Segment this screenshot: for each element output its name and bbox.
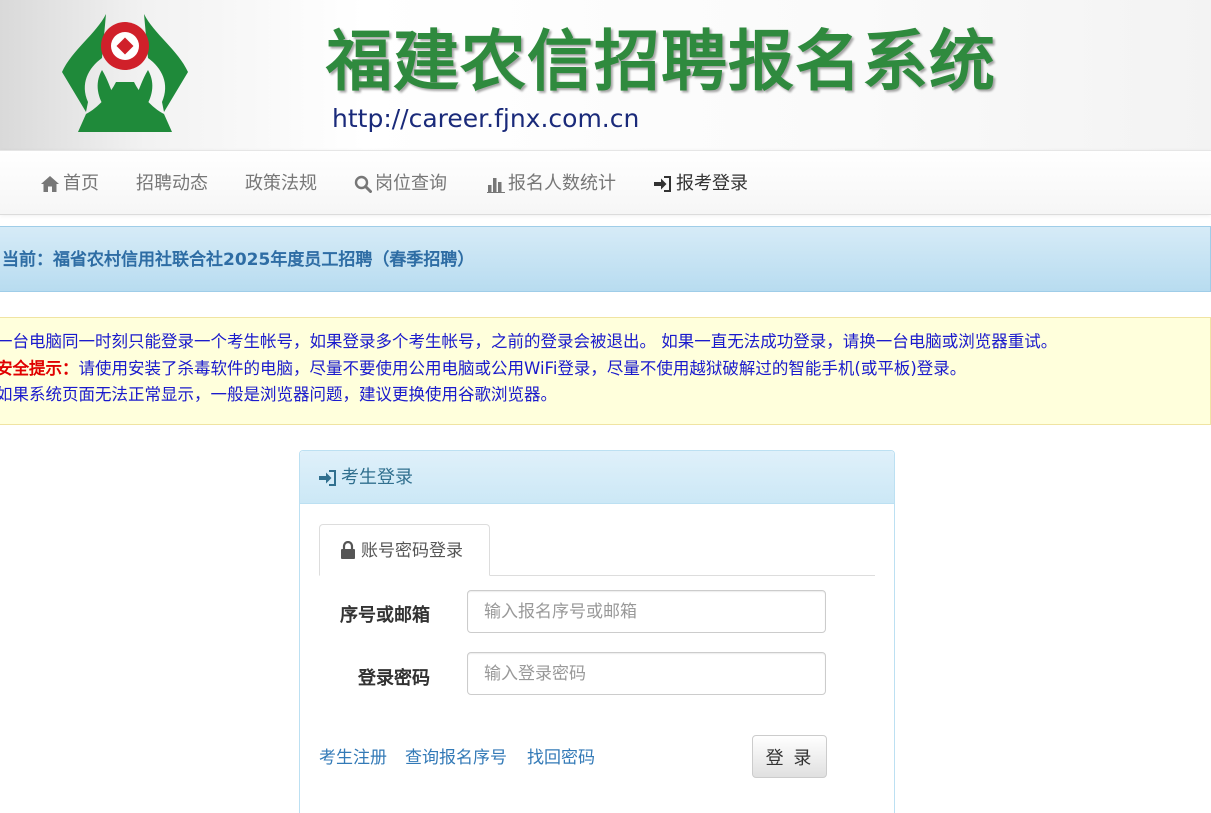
security-tip-text: 请使用安装了杀毒软件的电脑，尽量不要使用公用电脑或公用WiFi登录，尽量不使用越…: [78, 359, 967, 378]
tab-password-login-label: 账号密码登录: [361, 541, 463, 561]
login-button[interactable]: 登 录: [752, 735, 827, 778]
nav-policy-label: 政策法规: [245, 173, 317, 194]
nav-exam-login-label: 报考登录: [676, 173, 748, 194]
notice-line-3: 如果系统页面无法正常显示，一般是浏览器问题，建议更换使用谷歌浏览器。: [0, 385, 557, 404]
current-recruitment-text: 当前：福省农村信用社联合社2025年度员工招聘（春季招聘）: [2, 250, 475, 270]
nav-recruitment-news-label: 招聘动态: [136, 173, 208, 194]
site-header: 福建农信招聘报名系统 http://career.fjnx.com.cn: [0, 0, 1211, 150]
tab-password-login[interactable]: 账号密码登录: [319, 524, 490, 576]
login-panel: 考生登录 账号密码登录 序号或邮箱 登录密码 考生注册 查询报名序号 找回密码 …: [299, 450, 895, 813]
notice-box: 一台电脑同一时刻只能登录一个考生帐号，如果登录多个考生帐号，之前的登录会被退出。…: [0, 317, 1211, 425]
login-icon: [319, 470, 336, 486]
nav-applicant-stats-label: 报名人数统计: [508, 173, 616, 194]
nav-home-label: 首页: [63, 173, 99, 194]
login-icon: [654, 176, 671, 192]
home-icon: [41, 176, 59, 192]
query-serial-link[interactable]: 查询报名序号: [405, 743, 507, 768]
register-link[interactable]: 考生注册: [319, 743, 387, 768]
nav-position-search-label: 岗位查询: [375, 173, 447, 194]
lock-icon: [341, 540, 355, 559]
site-title: 福建农信招聘报名系统: [326, 23, 996, 100]
nav-recruitment-news[interactable]: 招聘动态: [136, 151, 208, 216]
login-panel-heading: 考生登录: [300, 451, 894, 504]
login-panel-title: 考生登录: [318, 451, 413, 504]
main-navbar: 首页 招聘动态 政策法规 岗位查询 报名人数统计 报考登录: [0, 150, 1211, 215]
notice-line-1: 一台电脑同一时刻只能登录一个考生帐号，如果登录多个考生帐号，之前的登录会被退出。…: [0, 332, 1058, 351]
nav-position-search[interactable]: 岗位查询: [354, 151, 447, 216]
nav-home[interactable]: 首页: [40, 151, 99, 216]
fjnx-logo-icon: [62, 14, 188, 132]
search-icon: [354, 175, 372, 193]
security-tip-label: 安全提示：: [0, 359, 79, 378]
current-recruitment-banner: 当前：福省农村信用社联合社2025年度员工招聘（春季招聘）: [0, 226, 1211, 292]
nav-applicant-stats[interactable]: 报名人数统计: [487, 151, 616, 216]
login-panel-title-text: 考生登录: [341, 467, 413, 488]
password-input[interactable]: [467, 652, 826, 695]
recover-password-link[interactable]: 找回密码: [527, 743, 595, 768]
site-url: http://career.fjnx.com.cn: [332, 104, 640, 133]
nav-exam-login[interactable]: 报考登录: [653, 151, 748, 216]
notice-line-2: 安全提示：请使用安装了杀毒软件的电脑，尽量不要使用公用电脑或公用WiFi登录，尽…: [0, 355, 966, 379]
password-label: 登录密码: [358, 668, 430, 689]
account-input[interactable]: [467, 590, 826, 633]
account-label: 序号或邮箱: [340, 605, 430, 626]
bar-chart-icon: [487, 177, 505, 193]
nav-policy[interactable]: 政策法规: [245, 151, 317, 216]
